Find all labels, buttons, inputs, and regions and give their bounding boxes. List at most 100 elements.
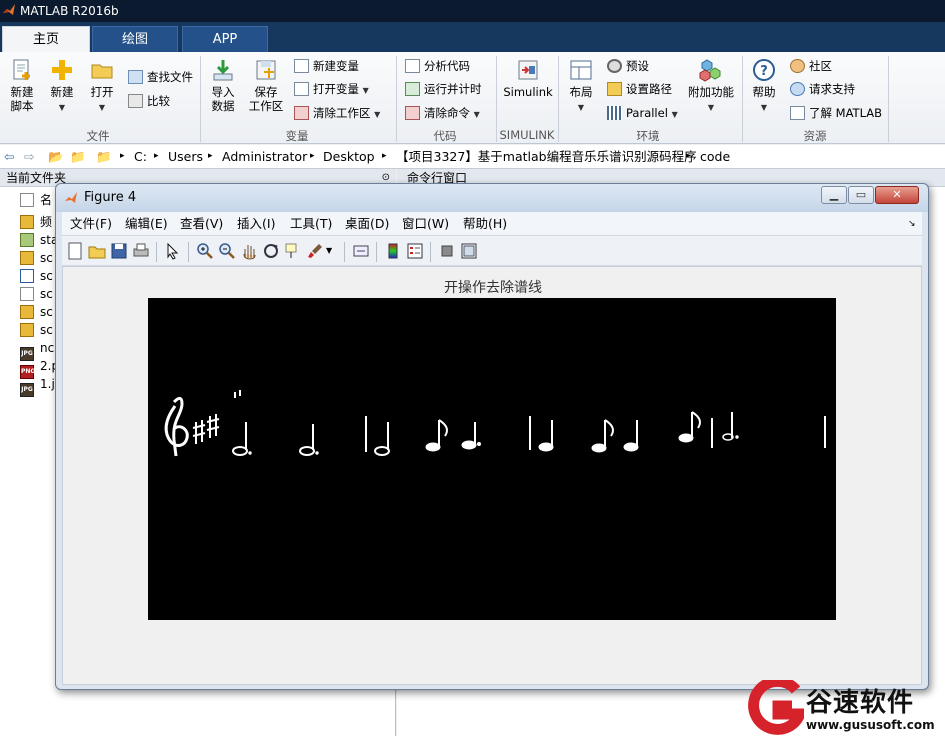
analyze-code-button[interactable]: 分析代码 [405,57,470,75]
parallel-button[interactable]: Parallel ▼ [607,104,678,122]
link-plot-icon[interactable] [352,242,370,260]
brush-dropdown-caret[interactable]: ▼ [326,242,344,260]
addons-button[interactable]: 附加功能 ▼ [686,58,736,115]
open-file-icon[interactable] [88,242,106,260]
file-list-header[interactable]: 名 [20,191,52,209]
forward-arrow-icon[interactable]: ⇨ [24,145,34,168]
breadcrumb-administrator[interactable]: Administrator [222,145,307,168]
save-icon[interactable] [110,242,128,260]
import-data-button[interactable]: 导入 数据 [204,58,242,113]
open-button[interactable]: 打开 ▼ [84,58,120,115]
request-support-button[interactable]: 请求支持 [790,80,855,98]
learn-matlab-button[interactable]: 了解 MATLAB [790,104,882,122]
set-path-icon [607,82,622,96]
menu-window[interactable]: 窗口(W) [402,212,449,236]
list-item[interactable]: sc [20,321,53,339]
figure-title: Figure 4 [84,190,137,205]
breadcrumb-separator: ▸ [382,151,387,161]
new-variable-button[interactable]: 新建变量 [294,57,359,75]
menu-insert[interactable]: 插入(I) [237,212,275,236]
simulink-button[interactable]: Simulink [500,58,556,99]
menu-file[interactable]: 文件(F) [70,212,112,236]
brush-icon[interactable] [306,242,324,260]
set-path-button[interactable]: 设置路径 [607,80,672,98]
clear-workspace-caret[interactable]: ▼ [374,110,380,119]
list-item[interactable]: sc [20,303,53,321]
show-plot-tools-icon[interactable] [460,242,478,260]
zoom-out-icon[interactable] [218,242,236,260]
community-button[interactable]: 社区 [790,57,832,75]
list-item[interactable]: sc [20,285,53,303]
clear-commands-button[interactable]: 清除命令 ▼ [405,104,480,122]
run-and-time-button[interactable]: 运行并计时 [405,80,482,98]
list-item[interactable]: PNG 2.p [20,357,59,379]
open-variable-caret[interactable]: ▼ [363,86,369,95]
menu-edit[interactable]: 编辑(E) [125,212,168,236]
watermark-url: www.gususoft.com [806,718,935,732]
up-folder-icon[interactable]: 📂 [48,145,64,168]
pointer-icon[interactable] [164,242,182,260]
find-files-button[interactable]: 查找文件 [128,68,193,86]
list-item[interactable]: sc [20,249,53,267]
back-arrow-icon[interactable]: ⇦ [4,145,14,168]
save-workspace-button[interactable]: 保存 工作区 [246,58,286,113]
parallel-caret[interactable]: ▼ [672,110,678,119]
list-item[interactable]: sta [20,231,58,249]
layout-caret[interactable]: ▼ [578,103,584,112]
binary-score-image[interactable] [148,298,836,620]
run-and-time-label: 运行并计时 [424,82,482,96]
open-variable-button[interactable]: 打开变量 ▼ [294,80,369,98]
address-bar[interactable]: ⇦ ⇨ 📂 📁 📁 ▸ C: ▸ Users ▸ Administrator ▸… [0,145,945,169]
list-item[interactable]: JPG 1.j [20,375,55,397]
menu-help[interactable]: 帮助(H) [463,212,507,236]
rotate-3d-icon[interactable] [262,242,280,260]
breadcrumb-project[interactable]: 【项目3327】基于matlab编程音乐乐谱识别源码程序 [396,145,697,168]
file-name: sc [40,305,53,319]
new-button[interactable]: 新建 ▼ [44,58,80,115]
figure-window[interactable]: Figure 4 ▁ ▭ ✕ 文件(F) 编辑(E) 查看(V) 插入(I) 工… [55,183,929,690]
clear-commands-caret[interactable]: ▼ [474,110,480,119]
breadcrumb-desktop[interactable]: Desktop [323,145,375,168]
menu-tools[interactable]: 工具(T) [290,212,332,236]
clear-workspace-button[interactable]: 清除工作区 ▼ [294,104,380,122]
breadcrumb-code[interactable]: code [700,145,730,168]
maximize-button[interactable]: ▭ [848,186,874,204]
help-caret[interactable]: ▼ [761,103,767,112]
list-item[interactable]: 频 [20,213,52,231]
tab-apps[interactable]: APP [182,26,268,52]
help-button[interactable]: ? 帮助 ▼ [748,58,780,115]
open-dropdown-caret[interactable]: ▼ [99,103,105,112]
breadcrumb-users[interactable]: Users [168,145,203,168]
menu-desktop[interactable]: 桌面(D) [345,212,389,236]
new-variable-icon [294,59,309,73]
tab-plots[interactable]: 绘图 [92,26,178,52]
menu-dock-icon[interactable]: ↘ [908,212,916,236]
matlab-logo-icon [3,4,15,15]
hide-plot-tools-icon[interactable] [438,242,456,260]
preferences-button[interactable]: 预设 [607,57,649,75]
new-script-button[interactable]: 新建 脚本 [4,58,40,113]
new-figure-icon[interactable] [66,242,84,260]
browse-folder-icon[interactable]: 📁 [70,145,86,168]
compare-button[interactable]: 比较 [128,92,170,110]
legend-icon[interactable] [406,242,424,260]
breadcrumb-drive[interactable]: C: [134,145,147,168]
new-dropdown-caret[interactable]: ▼ [59,103,65,112]
figure-titlebar[interactable]: Figure 4 ▁ ▭ ✕ [56,184,928,212]
learn-matlab-label: 了解 MATLAB [809,106,883,120]
colorbar-icon[interactable] [384,242,402,260]
list-item[interactable]: sc [20,267,53,285]
print-icon[interactable] [132,242,150,260]
figure-canvas[interactable]: 开操作去除谱线 [62,266,922,685]
layout-button[interactable]: 布局 ▼ [564,58,598,115]
close-button[interactable]: ✕ [875,186,919,204]
minimize-button[interactable]: ▁ [821,186,847,204]
addons-caret[interactable]: ▼ [708,103,714,112]
tab-home[interactable]: 主页 [2,26,90,52]
menu-view[interactable]: 查看(V) [180,212,223,236]
data-cursor-icon[interactable] [284,242,302,260]
zoom-in-icon[interactable] [196,242,214,260]
clear-workspace-label: 清除工作区 [313,106,371,120]
pan-hand-icon[interactable] [240,242,258,260]
list-item[interactable]: JPG nc [20,339,54,361]
